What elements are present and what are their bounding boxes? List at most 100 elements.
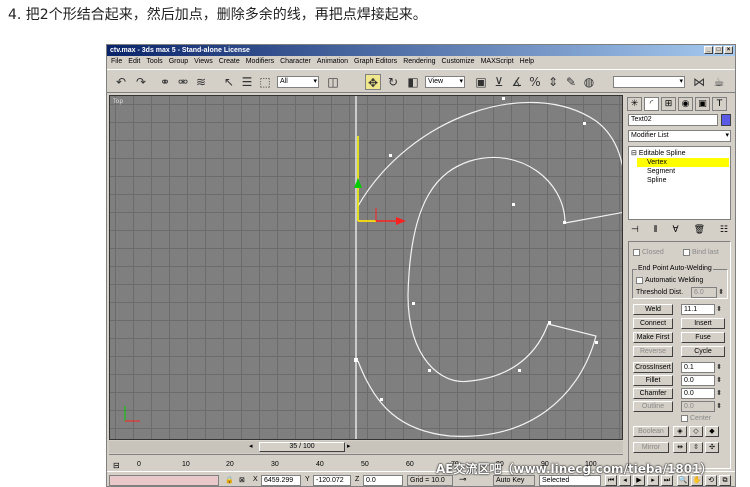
- object-color-swatch[interactable]: [721, 114, 731, 126]
- spinner-snap-icon[interactable]: ⇕: [545, 74, 561, 90]
- pin-stack-icon[interactable]: ⊣: [631, 223, 639, 237]
- closed-checkbox[interactable]: Closed: [633, 248, 664, 257]
- window-crossing-icon[interactable]: ◫: [325, 74, 341, 90]
- vertex-handle[interactable]: [389, 154, 392, 157]
- vertex-handle[interactable]: [354, 358, 358, 362]
- make-unique-icon[interactable]: ∀: [672, 223, 678, 237]
- ref-coord-dropdown[interactable]: View: [425, 76, 465, 88]
- boolean-button[interactable]: Boolean: [633, 426, 669, 437]
- reverse-button[interactable]: Reverse: [633, 346, 673, 357]
- lock-icon[interactable]: 🔒: [225, 476, 234, 484]
- fillet-button[interactable]: Fillet: [633, 375, 673, 386]
- menu-modifiers[interactable]: Modifiers: [246, 57, 274, 67]
- fillet-spinner[interactable]: 0.0: [681, 375, 722, 386]
- menu-character[interactable]: Character: [280, 57, 311, 67]
- bind-last-checkbox[interactable]: Bind last: [683, 248, 719, 257]
- maxscript-listener[interactable]: [109, 475, 219, 486]
- union-icon[interactable]: ◈: [673, 426, 687, 437]
- menu-customize[interactable]: Customize: [442, 57, 475, 67]
- weld-threshold-spinner[interactable]: 11.1: [681, 304, 722, 315]
- motion-tab-icon[interactable]: ◉: [678, 97, 693, 111]
- configure-sets-icon[interactable]: ☷: [720, 223, 728, 237]
- threshold-spinner[interactable]: 6.0: [691, 287, 724, 298]
- material-editor-icon[interactable]: ◍: [581, 74, 597, 90]
- menu-views[interactable]: Views: [194, 57, 213, 67]
- subtract-icon[interactable]: ◇: [689, 426, 703, 437]
- display-tab-icon[interactable]: ▣: [695, 97, 710, 111]
- chamfer-button[interactable]: Chamfer: [633, 388, 673, 399]
- pivot-icon[interactable]: ▣: [473, 74, 489, 90]
- menu-tools[interactable]: Tools: [146, 57, 162, 67]
- z-coordinate-field[interactable]: 0.0: [363, 475, 403, 486]
- track-bar-icon[interactable]: ⊟: [113, 461, 120, 470]
- mirror-icon[interactable]: ⋈: [691, 74, 707, 90]
- link-icon[interactable]: ⚭: [157, 74, 173, 90]
- mirror-vertical-icon[interactable]: ⇳: [689, 442, 703, 453]
- vertex-handle[interactable]: [512, 203, 515, 206]
- vertex-handle[interactable]: [583, 122, 586, 125]
- snap-icon[interactable]: ⊻: [491, 74, 507, 90]
- make-first-button[interactable]: Make First: [633, 332, 673, 343]
- absolute-mode-icon[interactable]: ⊠: [239, 476, 245, 484]
- y-coordinate-field[interactable]: -120.072: [313, 475, 351, 486]
- angle-snap-icon[interactable]: ∡: [509, 74, 525, 90]
- top-viewport[interactable]: Top: [109, 95, 623, 440]
- modifier-list-dropdown[interactable]: Modifier List: [628, 130, 731, 142]
- outline-spinner[interactable]: 0.0: [681, 401, 722, 412]
- undo-icon[interactable]: ↶: [113, 74, 129, 90]
- move-icon[interactable]: ✥: [365, 74, 381, 90]
- minimize-icon[interactable]: _: [704, 46, 713, 54]
- menu-animation[interactable]: Animation: [317, 57, 348, 67]
- rotate-icon[interactable]: ↻: [385, 74, 401, 90]
- vertex-handle[interactable]: [502, 97, 505, 100]
- close-icon[interactable]: ×: [724, 46, 733, 54]
- maximize-viewport-icon[interactable]: ⧉: [719, 475, 731, 486]
- menu-help[interactable]: Help: [520, 57, 534, 67]
- stack-item-vertex[interactable]: Vertex: [637, 158, 729, 167]
- insert-button[interactable]: Insert: [681, 318, 725, 329]
- time-slider[interactable]: ◂ 35 / 100 ▸: [109, 441, 623, 453]
- selection-filter-dropdown[interactable]: All: [277, 76, 319, 88]
- menu-create[interactable]: Create: [219, 57, 240, 67]
- menu-graph-editors[interactable]: Graph Editors: [354, 57, 397, 67]
- render-icon[interactable]: ☕: [711, 74, 727, 90]
- bind-spacewarp-icon[interactable]: ≋: [193, 74, 209, 90]
- named-selection-icon[interactable]: ✎: [563, 74, 579, 90]
- redo-icon[interactable]: ↷: [133, 74, 149, 90]
- modify-tab-icon[interactable]: ◜: [644, 97, 659, 111]
- vertex-handle[interactable]: [412, 302, 415, 305]
- show-end-result-icon[interactable]: ⫴: [654, 223, 658, 237]
- select-by-name-icon[interactable]: ☰: [239, 74, 255, 90]
- stack-item-editable-spline[interactable]: ⊟ Editable Spline: [631, 149, 728, 158]
- cycle-button[interactable]: Cycle: [681, 346, 725, 357]
- letter-c-spline[interactable]: [357, 101, 623, 437]
- remove-modifier-icon[interactable]: 🗑: [694, 223, 705, 237]
- maximize-icon[interactable]: □: [714, 46, 723, 54]
- automatic-welding-checkbox[interactable]: Automatic Welding: [636, 276, 703, 285]
- fuse-button[interactable]: Fuse: [681, 332, 725, 343]
- menu-file[interactable]: File: [111, 57, 122, 67]
- x-coordinate-field[interactable]: 6459.299: [261, 475, 301, 486]
- time-slider-thumb[interactable]: 35 / 100: [259, 442, 345, 452]
- unlink-icon[interactable]: ⚮: [175, 74, 191, 90]
- chamfer-spinner[interactable]: 0.0: [681, 388, 722, 399]
- named-selection-dropdown[interactable]: [613, 76, 685, 88]
- transform-gizmo[interactable]: [354, 136, 406, 225]
- menu-rendering[interactable]: Rendering: [403, 57, 435, 67]
- region-select-icon[interactable]: ⬚: [257, 74, 273, 90]
- outline-button[interactable]: Outline: [633, 401, 673, 412]
- create-tab-icon[interactable]: ✳: [627, 97, 642, 111]
- scale-icon[interactable]: ◧: [405, 74, 421, 90]
- center-checkbox[interactable]: Center: [681, 414, 711, 423]
- mirror-both-icon[interactable]: ✣: [705, 442, 719, 453]
- slider-left-arrow[interactable]: ◂: [249, 442, 253, 450]
- menu-edit[interactable]: Edit: [128, 57, 140, 67]
- vertex-handle[interactable]: [518, 369, 521, 372]
- object-name-field[interactable]: Text02: [628, 114, 718, 126]
- hierarchy-tab-icon[interactable]: ⊞: [661, 97, 676, 111]
- menu-group[interactable]: Group: [169, 57, 188, 67]
- vertex-handle[interactable]: [563, 221, 566, 224]
- menu-maxscript[interactable]: MAXScript: [481, 57, 514, 67]
- slider-right-arrow[interactable]: ▸: [347, 442, 351, 450]
- intersect-icon[interactable]: ◆: [705, 426, 719, 437]
